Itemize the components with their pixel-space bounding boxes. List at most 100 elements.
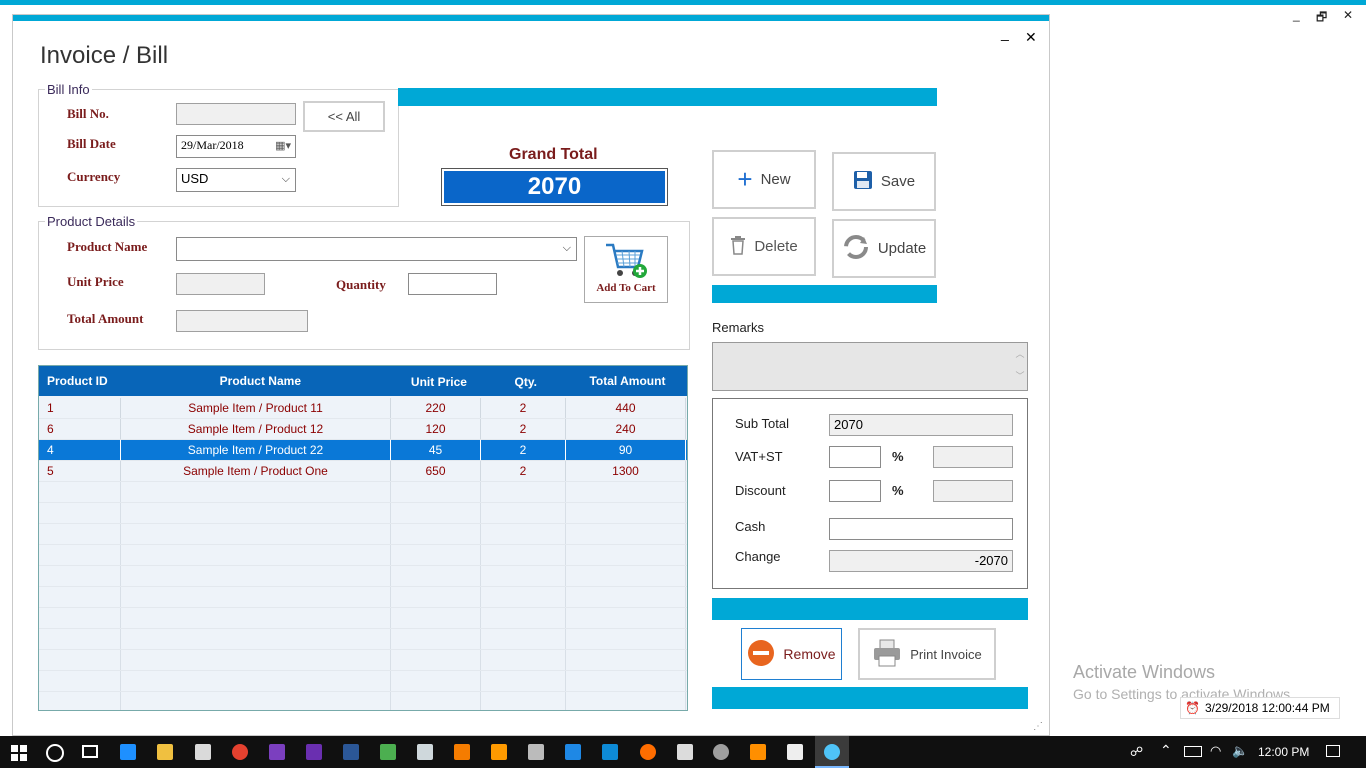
new-button[interactable]: + New: [712, 150, 816, 209]
app-icon[interactable]: [417, 744, 433, 760]
window-minimize-button[interactable]: _: [1001, 25, 1009, 41]
grid-col-unit-price[interactable]: Unit Price: [394, 375, 483, 389]
total-amount-field[interactable]: [176, 310, 308, 332]
empty-grid-cell: [39, 524, 121, 544]
summary-panel: Sub Total 2070 VAT+ST % Discount % Cash …: [712, 398, 1028, 589]
paint-icon[interactable]: [713, 744, 729, 760]
empty-grid-cell: [481, 692, 566, 710]
taskbar-clock[interactable]: 12:00 PM: [1258, 745, 1309, 759]
table-row[interactable]: 5 Sample Item / Product One 650 2 1300: [39, 461, 687, 482]
remarks-textarea[interactable]: ︿ ﹀: [712, 342, 1028, 391]
xampp-icon[interactable]: [454, 744, 470, 760]
table-row-selected[interactable]: 4 Sample Item / Product 22 45 2 90: [39, 440, 687, 461]
accent-bar-actions: [712, 285, 937, 303]
bg-restore-button[interactable]: 🗗: [1316, 8, 1327, 29]
cell-qty: 2: [481, 398, 566, 418]
sublime-icon[interactable]: [750, 744, 766, 760]
teamviewer-icon[interactable]: [602, 744, 618, 760]
discount-percent-field[interactable]: [829, 480, 881, 502]
task-view-icon[interactable]: [82, 745, 98, 758]
delete-button[interactable]: Delete: [712, 217, 816, 276]
print-invoice-button[interactable]: Print Invoice: [858, 628, 996, 680]
cortana-icon[interactable]: [46, 744, 64, 762]
empty-grid-cell: [481, 545, 566, 565]
resize-grip[interactable]: ⋰: [1033, 721, 1043, 732]
grid-col-total-amount[interactable]: Total Amount: [568, 374, 687, 388]
show-all-button[interactable]: << All: [303, 101, 385, 132]
cell-unit-price: 220: [391, 398, 481, 418]
change-field[interactable]: -2070: [829, 550, 1013, 572]
quantity-field[interactable]: [408, 273, 497, 295]
volume-icon[interactable]: 🔈: [1232, 743, 1248, 759]
active-app-slot[interactable]: [815, 736, 849, 768]
calendar-icon[interactable]: ▦▾: [275, 139, 291, 152]
chevron-up-icon[interactable]: ⌃: [1160, 742, 1172, 759]
grid-col-product-id[interactable]: Product ID: [39, 374, 126, 388]
cell-product-name: Sample Item / Product 11: [121, 398, 391, 418]
app-icon[interactable]: [565, 744, 581, 760]
save-button[interactable]: Save: [832, 152, 936, 211]
empty-grid-cell: [39, 503, 121, 523]
empty-grid-cell: [39, 608, 121, 628]
store-icon[interactable]: [195, 744, 211, 760]
remarks-scrollbar[interactable]: ︿ ﹀: [1013, 343, 1027, 390]
bg-minimize-button[interactable]: _: [1293, 8, 1300, 22]
empty-grid-cell: [566, 545, 686, 565]
app-icon[interactable]: [528, 744, 544, 760]
windows-start-icon[interactable]: [11, 745, 27, 761]
chrome-icon[interactable]: [232, 744, 248, 760]
bg-close-button[interactable]: ✕: [1343, 8, 1353, 22]
visual-studio-icon[interactable]: [269, 744, 285, 760]
edge-icon[interactable]: [120, 744, 136, 760]
status-clock-text: 3/29/2018 12:00:44 PM: [1204, 701, 1330, 715]
empty-grid-cell: [391, 650, 481, 670]
app-icon[interactable]: [380, 744, 396, 760]
sub-total-field[interactable]: 2070: [829, 414, 1013, 436]
empty-grid-cell: [39, 545, 121, 565]
currency-value: USD: [181, 171, 209, 186]
grid-col-product-name[interactable]: Product Name: [126, 374, 394, 388]
currency-select[interactable]: USD ⌵: [176, 168, 296, 192]
vat-label: VAT+ST: [735, 449, 783, 464]
empty-grid-cell: [121, 503, 391, 523]
mail-icon[interactable]: [787, 744, 803, 760]
product-name-select[interactable]: ⌵: [176, 237, 577, 261]
window-close-button[interactable]: ✕: [1025, 29, 1037, 46]
people-icon[interactable]: ☍: [1130, 744, 1143, 760]
invoice-app-icon[interactable]: [824, 744, 840, 760]
product-name-label: Product Name: [67, 239, 148, 254]
unit-price-field[interactable]: [176, 273, 265, 295]
table-row[interactable]: 6 Sample Item / Product 12 120 2 240: [39, 419, 687, 440]
trash-icon: [730, 235, 746, 259]
cash-field[interactable]: [829, 518, 1013, 540]
bill-date-picker[interactable]: 29/Mar/2018 ▦▾: [176, 135, 296, 158]
notepad-icon[interactable]: [677, 744, 693, 760]
empty-grid-cell: [481, 671, 566, 691]
bill-info-legend: Bill Info: [47, 82, 90, 97]
file-explorer-icon[interactable]: [157, 744, 173, 760]
firefox-icon[interactable]: [640, 744, 656, 760]
cart-grid[interactable]: Product ID Product Name Unit Price Qty. …: [38, 365, 688, 711]
cell-total-amount: 240: [566, 419, 686, 439]
vat-percent-field[interactable]: [829, 446, 881, 468]
table-row[interactable]: 1 Sample Item / Product 11 220 2 440: [39, 398, 687, 419]
remarks-label: Remarks: [712, 320, 765, 335]
empty-grid-cell: [121, 608, 391, 628]
wifi-icon[interactable]: ◠: [1210, 743, 1221, 759]
word-icon[interactable]: [343, 744, 359, 760]
grid-col-qty[interactable]: Qty.: [484, 375, 568, 389]
grid-empty-area: [39, 482, 687, 710]
visual-studio-2-icon[interactable]: [306, 744, 322, 760]
empty-grid-row: [39, 671, 687, 692]
discount-amount-field[interactable]: [933, 480, 1013, 502]
bill-no-field[interactable]: [176, 103, 296, 125]
battery-icon[interactable]: [1184, 746, 1202, 757]
empty-grid-cell: [391, 545, 481, 565]
update-button[interactable]: Update: [832, 219, 936, 278]
remove-button[interactable]: Remove: [741, 628, 842, 680]
action-center-icon[interactable]: [1326, 745, 1340, 757]
empty-grid-row: [39, 587, 687, 608]
add-to-cart-button[interactable]: Add To Cart: [584, 236, 668, 303]
illustrator-icon[interactable]: [491, 744, 507, 760]
vat-amount-field[interactable]: [933, 446, 1013, 468]
